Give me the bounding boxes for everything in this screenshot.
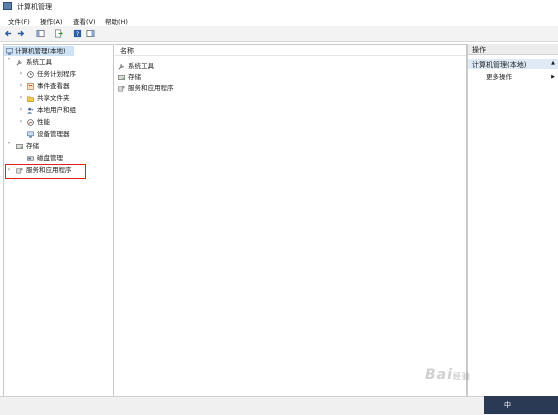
chevron-down-icon[interactable]: ˅ xyxy=(6,141,12,151)
actions-header-label: 操作 xyxy=(472,46,486,54)
show-hide-tree-icon[interactable] xyxy=(36,29,45,38)
actions-header: 操作 xyxy=(468,44,558,55)
users-icon xyxy=(27,107,34,114)
console-tree: 计算机管理(本地) ˅ 系统工具 › 任务计划程序 › 事件查看器 › 共享文件… xyxy=(3,44,114,398)
tree-item-label: 本地用户和组 xyxy=(37,106,76,114)
list-item[interactable]: 系统工具 xyxy=(118,61,218,71)
status-bar xyxy=(0,396,558,415)
taskbar-tray: 中 xyxy=(484,396,558,414)
results-pane: 名称 系统工具 存储 服务和应用程序 xyxy=(115,44,467,398)
tree-item-label: 性能 xyxy=(37,118,50,126)
forward-icon[interactable] xyxy=(16,29,25,38)
show-hide-action-pane-icon[interactable] xyxy=(86,29,95,38)
tree-item-performance[interactable]: › 性能 xyxy=(4,117,109,127)
chevron-right-icon[interactable]: › xyxy=(18,69,24,79)
more-actions-item[interactable]: 更多操作 ▶ xyxy=(468,72,558,82)
menu-help[interactable]: 帮助(H) xyxy=(105,16,128,26)
window-title: 计算机管理 xyxy=(17,3,52,11)
watermark-text: Bai xyxy=(425,367,453,383)
menu-action[interactable]: 操作(A) xyxy=(40,16,63,26)
tree-item-disk-management[interactable]: 磁盘管理 xyxy=(4,153,109,163)
disk-management-icon xyxy=(27,156,34,161)
tree-item-storage[interactable]: ˅ 存储 xyxy=(4,141,104,151)
submenu-arrow-icon[interactable]: ▶ xyxy=(551,72,555,82)
export-list-icon[interactable] xyxy=(54,29,63,38)
list-item-label: 存储 xyxy=(128,73,141,81)
tree-root-label: 计算机管理(本地) xyxy=(15,47,66,55)
menu-bar: 文件(F) 操作(A) 查看(V) 帮助(H) xyxy=(0,14,558,26)
tools-icon xyxy=(16,59,23,66)
tree-item-label: 设备管理器 xyxy=(37,130,70,138)
watermark-logo: Bai经验 xyxy=(425,367,471,383)
tree-root[interactable]: 计算机管理(本地) xyxy=(4,46,74,56)
storage-icon xyxy=(118,75,125,80)
chevron-right-icon[interactable]: › xyxy=(18,81,24,91)
column-name: 名称 xyxy=(120,47,134,55)
tree-item-label: 磁盘管理 xyxy=(37,154,63,162)
svg-text:?: ? xyxy=(76,31,79,38)
chevron-right-icon[interactable]: › xyxy=(18,93,24,103)
tree-item-task-scheduler[interactable]: › 任务计划程序 xyxy=(4,69,109,79)
menu-view[interactable]: 查看(V) xyxy=(73,16,96,26)
tools-icon xyxy=(118,63,125,70)
tree-item-device-manager[interactable]: 设备管理器 xyxy=(4,129,109,139)
computer-management-icon xyxy=(3,2,12,10)
chevron-down-icon[interactable]: ˅ xyxy=(6,57,12,67)
chevron-right-icon[interactable]: › xyxy=(18,105,24,115)
help-icon[interactable]: ? xyxy=(73,29,82,38)
toolbar: ? xyxy=(0,26,558,42)
title-bar: 计算机管理 xyxy=(0,0,558,13)
computer-icon xyxy=(6,48,13,55)
performance-icon xyxy=(27,119,34,126)
list-item[interactable]: 服务和应用程序 xyxy=(118,83,218,93)
menu-file[interactable]: 文件(F) xyxy=(8,16,30,26)
list-item-label: 系统工具 xyxy=(128,62,154,70)
ime-indicator[interactable]: 中 xyxy=(504,400,511,410)
tree-item-label: 系统工具 xyxy=(26,58,52,66)
storage-icon xyxy=(16,144,23,149)
watermark-sub: 经验 xyxy=(452,372,471,381)
tree-item-local-users[interactable]: › 本地用户和组 xyxy=(4,105,109,115)
actions-section-label: 计算机管理(本地) xyxy=(472,61,527,69)
services-icon xyxy=(118,85,125,92)
column-header[interactable]: 名称 xyxy=(115,45,466,56)
tree-item-system-tools[interactable]: ˅ 系统工具 xyxy=(4,57,104,67)
collapse-up-icon[interactable]: ▲ xyxy=(551,60,555,66)
tree-item-label: 存储 xyxy=(26,142,39,150)
list-item-label: 服务和应用程序 xyxy=(128,84,174,92)
actions-section[interactable]: 计算机管理(本地) ▲ xyxy=(468,59,558,69)
more-actions-label: 更多操作 xyxy=(486,73,512,81)
shared-folder-icon xyxy=(27,96,34,102)
actions-pane: 操作 计算机管理(本地) ▲ 更多操作 ▶ xyxy=(467,44,558,396)
tree-item-label: 事件查看器 xyxy=(37,82,70,90)
tree-item-label: 任务计划程序 xyxy=(37,70,76,78)
list-item[interactable]: 存储 xyxy=(118,72,218,82)
highlight-box xyxy=(5,164,86,179)
chevron-right-icon[interactable]: › xyxy=(18,117,24,127)
tree-item-label: 共享文件夹 xyxy=(37,94,70,102)
back-icon[interactable] xyxy=(4,29,13,38)
device-manager-icon xyxy=(27,131,34,138)
tree-item-event-viewer[interactable]: › 事件查看器 xyxy=(4,81,109,91)
event-viewer-icon xyxy=(27,83,34,90)
tree-item-shared-folders[interactable]: › 共享文件夹 xyxy=(4,93,109,103)
clock-icon xyxy=(27,71,34,78)
